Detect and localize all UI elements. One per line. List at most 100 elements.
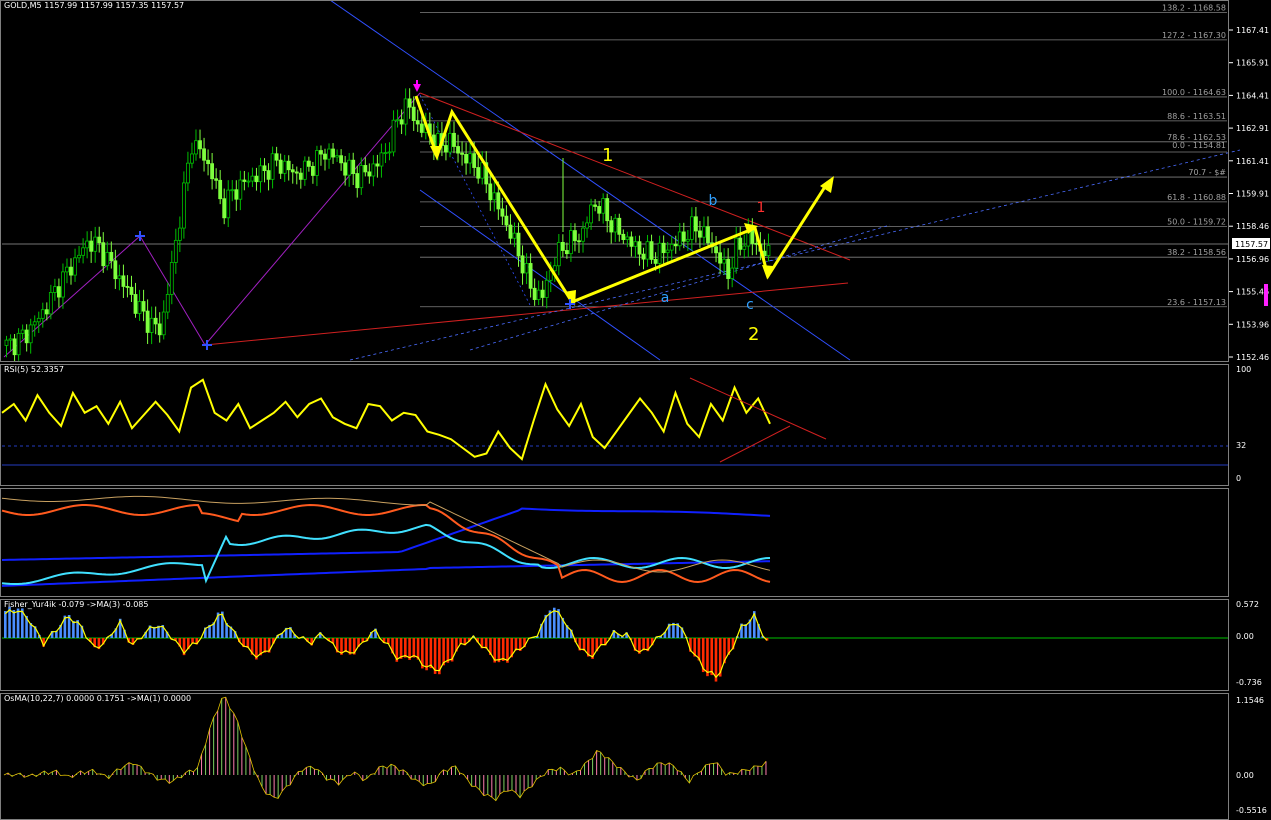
fib-label: 38.2 - 1158.56 — [1167, 248, 1226, 257]
osma-chart[interactable] — [0, 693, 1271, 820]
fisher-bar — [497, 638, 501, 663]
price-chart[interactable]: 138.2 - 1168.58 127.2 - 1167.30 100.0 - 11… — [0, 0, 1271, 362]
candle-body — [238, 179, 243, 200]
candle-body — [190, 153, 194, 164]
wave-label-1: 1 — [602, 145, 613, 166]
candle-body — [544, 279, 549, 298]
candle-body — [198, 140, 202, 150]
candle-body — [266, 170, 271, 180]
price-scale-label: 1162.91 — [1236, 124, 1269, 133]
candle-body — [32, 321, 37, 326]
candle-body — [383, 152, 388, 155]
candle-body — [694, 216, 698, 232]
candle-body — [621, 233, 626, 240]
candle-body — [552, 265, 557, 272]
fib-label: 0.0 - 1154.81 — [1172, 141, 1226, 150]
ma-chart[interactable] — [0, 488, 1271, 597]
fisher-chart[interactable] — [0, 599, 1271, 691]
candle-body — [310, 165, 315, 176]
rsi-chart[interactable] — [0, 364, 1271, 486]
candle-body — [714, 246, 718, 254]
candle-body — [448, 132, 452, 153]
candle-body — [520, 255, 525, 274]
candle-body — [407, 98, 412, 108]
candle-body — [323, 153, 327, 160]
ma-cyan — [1, 523, 771, 586]
candle-body — [8, 338, 13, 341]
ma-pane[interactable] — [0, 488, 1271, 597]
candle-body — [411, 106, 416, 121]
fisher-pane[interactable]: Fisher_Yur4ik -0.079 ->MA(3) -0.085 0.57… — [0, 599, 1271, 691]
candle-body — [16, 332, 21, 356]
candle-body — [415, 120, 420, 125]
candle-body — [524, 263, 529, 274]
candle-body — [278, 159, 283, 174]
arrow-head — [430, 146, 442, 160]
candle-body — [512, 232, 517, 239]
candle-body — [605, 198, 610, 222]
candle-body — [419, 123, 424, 133]
candle-body — [355, 173, 360, 189]
candle-body — [254, 175, 259, 183]
candle-body — [298, 172, 303, 180]
fisher-bar — [12, 610, 16, 638]
price-scale-label: 1153.96 — [1236, 320, 1269, 329]
candle-body — [153, 317, 158, 325]
candle-body — [516, 232, 521, 257]
price-scale-label: 1165.91 — [1236, 59, 1269, 68]
fisher-scale-zero: 0.00 — [1236, 632, 1254, 641]
candle-body — [258, 165, 263, 183]
candle-body — [165, 294, 170, 313]
rsi-scale-32: 32 — [1236, 441, 1247, 450]
fisher-bar — [344, 638, 348, 653]
wave-label-c: c — [746, 297, 754, 313]
candle-body — [242, 179, 247, 182]
candle-body — [472, 153, 477, 168]
osma-label: OsMA(10,22,7) 0.0000 0.1751 ->MA(1) 0.00… — [4, 694, 192, 703]
candle-body — [677, 231, 682, 247]
candle-body — [157, 323, 162, 336]
candle-body — [306, 160, 311, 167]
fan-line-1 — [349, 149, 1241, 361]
rsi-scale-0: 0 — [1236, 474, 1242, 483]
price-bar-marker — [1264, 284, 1268, 306]
chart-title: GOLD,M5 1157.99 1157.99 1157.35 1157.57 — [4, 1, 185, 10]
candle-body — [597, 206, 602, 214]
candle-body — [375, 163, 380, 167]
candle-body — [641, 253, 646, 260]
candle-body — [637, 241, 642, 255]
price-scale-label: 1158.46 — [1236, 222, 1269, 231]
candle-body — [52, 286, 57, 293]
fisher-scale-top: 0.572 — [1236, 600, 1259, 609]
fisher-bar — [425, 638, 428, 671]
candle-body — [4, 339, 9, 346]
price-scale-label: 1152.46 — [1236, 353, 1269, 362]
rsi-pane[interactable]: RSI(5) 52.3357 100 32 0 — [0, 364, 1271, 486]
candle-body — [222, 198, 227, 219]
osma-scale-top: 1.1546 — [1236, 696, 1264, 705]
fisher-bar — [429, 638, 433, 669]
wave-label-red-1: 1 — [757, 200, 766, 216]
fisher-bar — [16, 608, 20, 638]
fib-label: 138.2 - 1168.58 — [1162, 4, 1226, 13]
candle-body — [403, 98, 408, 125]
fib-label: 70.7 - $# — [1188, 168, 1226, 177]
price-pane[interactable]: 138.2 - 1168.58 127.2 - 1167.30 100.0 - 11… — [0, 0, 1271, 362]
candle-body — [137, 301, 142, 314]
candle-body — [294, 171, 299, 174]
candle-body — [97, 236, 102, 244]
price-scale-label: 1167.41 — [1236, 26, 1269, 35]
osma-pane[interactable]: OsMA(10,22,7) 0.0000 0.1751 ->MA(1) 0.00… — [0, 693, 1271, 820]
osma-scale-zero: 0.00 — [1236, 771, 1254, 780]
candle-body — [665, 249, 670, 254]
fisher-bar — [642, 638, 645, 651]
candle-body — [117, 275, 122, 280]
candle-body — [617, 217, 622, 235]
fisher-bar — [514, 638, 518, 651]
fisher-label: Fisher_Yur4ik -0.079 ->MA(3) -0.085 — [4, 600, 149, 609]
candle-body — [564, 250, 569, 255]
candle-body — [12, 338, 17, 356]
wave-label-b: b — [709, 193, 718, 209]
fib-label: 23.6 - 1157.13 — [1167, 298, 1226, 307]
price-scale-label: 1159.91 — [1236, 190, 1269, 199]
